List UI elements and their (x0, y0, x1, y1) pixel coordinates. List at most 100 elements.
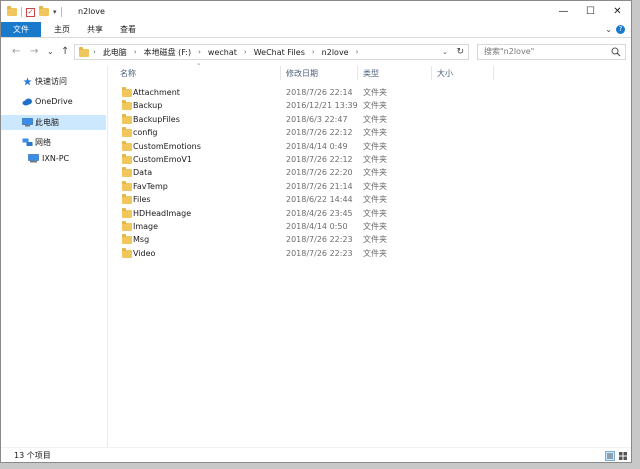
file-type: 文件夹 (363, 248, 387, 258)
minimize-button[interactable]: — (550, 1, 577, 22)
file-modified-date: 2018/4/26 23:45 (286, 208, 353, 218)
sidebar-item-label: 网络 (35, 138, 51, 147)
file-name: CustomEmoV1 (133, 155, 192, 164)
column-header-name[interactable]: 名称 (120, 66, 136, 81)
file-modified-date: 2018/7/26 22:20 (286, 168, 353, 178)
item-count: 13 个项目 (14, 451, 51, 460)
table-row[interactable]: Msg 2018/7/26 22:23 文件夹 (118, 233, 618, 246)
sidebar-item-label: OneDrive (35, 97, 73, 106)
breadcrumb: › 此电脑 › 本地磁盘 (F:) › wechat › WeChat File… (93, 45, 365, 59)
tab-home[interactable]: 主页 (54, 22, 70, 37)
table-row[interactable]: Image 2018/4/14 0:50 文件夹 (118, 220, 618, 233)
tab-file[interactable]: 文件 (1, 22, 41, 37)
file-modified-date: 2018/7/26 22:23 (286, 235, 353, 245)
navigation-bar: ← → ⌄ ↑ › 此电脑 › 本地磁盘 (F:) › wechat › WeC… (1, 38, 631, 66)
forward-button[interactable]: → (30, 45, 38, 59)
sidebar-item-ixn-pc[interactable]: IXN-PC (1, 151, 106, 166)
column-divider[interactable] (431, 66, 432, 80)
chevron-right-icon[interactable]: › (312, 48, 315, 56)
maximize-button[interactable]: ☐ (577, 1, 604, 22)
breadcrumb-item[interactable]: wechat (208, 48, 237, 57)
table-row[interactable]: HDHeadImage 2018/4/26 23:45 文件夹 (118, 207, 618, 220)
column-header-type[interactable]: 类型 (363, 66, 379, 81)
table-row[interactable]: CustomEmoV1 2018/7/26 22:12 文件夹 (118, 153, 618, 166)
customize-toolbar-dropdown[interactable]: ▾ (53, 8, 57, 16)
file-name: Files (133, 195, 151, 205)
sidebar-item-this-pc[interactable]: 此电脑 (1, 115, 106, 130)
file-modified-date: 2018/7/26 21:14 (286, 181, 353, 191)
address-bar[interactable]: › 此电脑 › 本地磁盘 (F:) › wechat › WeChat File… (74, 44, 469, 60)
divider (21, 7, 22, 17)
breadcrumb-item[interactable]: WeChat Files (254, 48, 305, 57)
up-button[interactable]: ↑ (61, 45, 69, 59)
close-button[interactable]: ✕ (604, 1, 631, 22)
recent-locations-dropdown[interactable]: ⌄ (47, 45, 54, 59)
breadcrumb-item[interactable]: 此电脑 (103, 47, 127, 58)
table-row[interactable]: Backup 2016/12/21 13:39 文件夹 (118, 99, 618, 112)
table-row[interactable]: Files 2018/6/22 14:44 文件夹 (118, 193, 618, 206)
file-name: Image (133, 222, 159, 231)
file-modified-date: 2018/7/26 22:14 (286, 88, 353, 97)
table-row[interactable]: Video 2018/7/26 22:23 文件夹 (118, 247, 618, 260)
chevron-right-icon[interactable]: › (93, 48, 96, 56)
search-box[interactable]: 搜索"n2love" (477, 44, 626, 60)
expand-ribbon-icon[interactable]: ⌄ (605, 22, 612, 37)
column-divider[interactable] (280, 66, 281, 80)
breadcrumb-item[interactable]: 本地磁盘 (F:) (144, 47, 191, 58)
refresh-button[interactable]: ↻ (456, 45, 464, 59)
search-input[interactable]: 搜索"n2love" (484, 45, 534, 59)
column-header-size[interactable]: 大小 (437, 66, 453, 81)
star-icon (23, 77, 32, 86)
sidebar-item-label: IXN-PC (42, 154, 70, 163)
large-icons-view-icon[interactable] (618, 451, 628, 461)
sidebar-item-network[interactable]: 网络 (1, 135, 106, 150)
file-type: 文件夹 (363, 235, 387, 245)
file-type: 文件夹 (363, 141, 387, 151)
chevron-right-icon[interactable]: › (198, 48, 201, 56)
folder-icon (122, 207, 132, 218)
help-icon[interactable]: ? (616, 25, 625, 34)
file-type: 文件夹 (363, 195, 387, 205)
file-modified-date: 2018/7/26 22:12 (286, 128, 353, 138)
table-row[interactable]: FavTemp 2018/7/26 21:14 文件夹 (118, 180, 618, 193)
tab-share[interactable]: 共享 (87, 22, 103, 37)
file-name: Data (133, 168, 153, 178)
pc-icon (28, 154, 39, 163)
sidebar-item-label: 此电脑 (35, 118, 59, 127)
new-folder-icon[interactable] (39, 6, 49, 16)
file-modified-date: 2016/12/21 13:39 (286, 101, 358, 111)
table-row[interactable]: BackupFiles 2018/6/3 22:47 文件夹 (118, 113, 618, 126)
sidebar-item-onedrive[interactable]: OneDrive (1, 94, 106, 109)
table-row[interactable]: CustomEmotions 2018/4/14 0:49 文件夹 (118, 140, 618, 153)
table-row[interactable]: config 2018/7/26 22:12 文件夹 (118, 126, 618, 139)
details-view-icon[interactable] (605, 451, 615, 461)
file-modified-date: 2018/4/14 0:49 (286, 141, 348, 151)
folder-icon (122, 247, 132, 258)
file-modified-date: 2018/6/22 14:44 (286, 195, 353, 205)
ribbon-tabs: 文件 主页 共享 查看 ⌄ ? (1, 22, 631, 38)
folder-icon (122, 127, 132, 138)
folder-icon (7, 6, 17, 16)
explorer-window: ✓ ▾ n2love — ☐ ✕ 文件 主页 共享 查看 ⌄ ? ← → ⌄ ↑… (0, 0, 632, 463)
properties-icon[interactable]: ✓ (26, 7, 35, 17)
file-modified-date: 2018/7/26 22:12 (286, 155, 353, 164)
column-divider[interactable] (357, 66, 358, 80)
file-type: 文件夹 (363, 101, 387, 111)
chevron-right-icon[interactable]: › (356, 48, 359, 56)
file-type: 文件夹 (363, 181, 387, 191)
breadcrumb-item[interactable]: n2love (322, 48, 349, 57)
address-dropdown[interactable]: ⌄ (442, 45, 448, 59)
table-row[interactable]: Attachment 2018/7/26 22:14 文件夹 (118, 86, 618, 99)
column-header-date[interactable]: 修改日期 (286, 66, 318, 81)
tab-view[interactable]: 查看 (120, 22, 136, 37)
computer-icon (22, 118, 33, 127)
chevron-right-icon[interactable]: › (134, 48, 137, 56)
back-button[interactable]: ← (12, 45, 20, 59)
chevron-right-icon[interactable]: › (244, 48, 247, 56)
column-divider[interactable] (493, 66, 494, 80)
sidebar-item-quick-access[interactable]: 快速访问 (1, 74, 106, 89)
file-modified-date: 2018/7/26 22:23 (286, 248, 353, 258)
network-icon (22, 138, 33, 146)
table-row[interactable]: Data 2018/7/26 22:20 文件夹 (118, 166, 618, 179)
search-icon[interactable] (611, 47, 621, 57)
